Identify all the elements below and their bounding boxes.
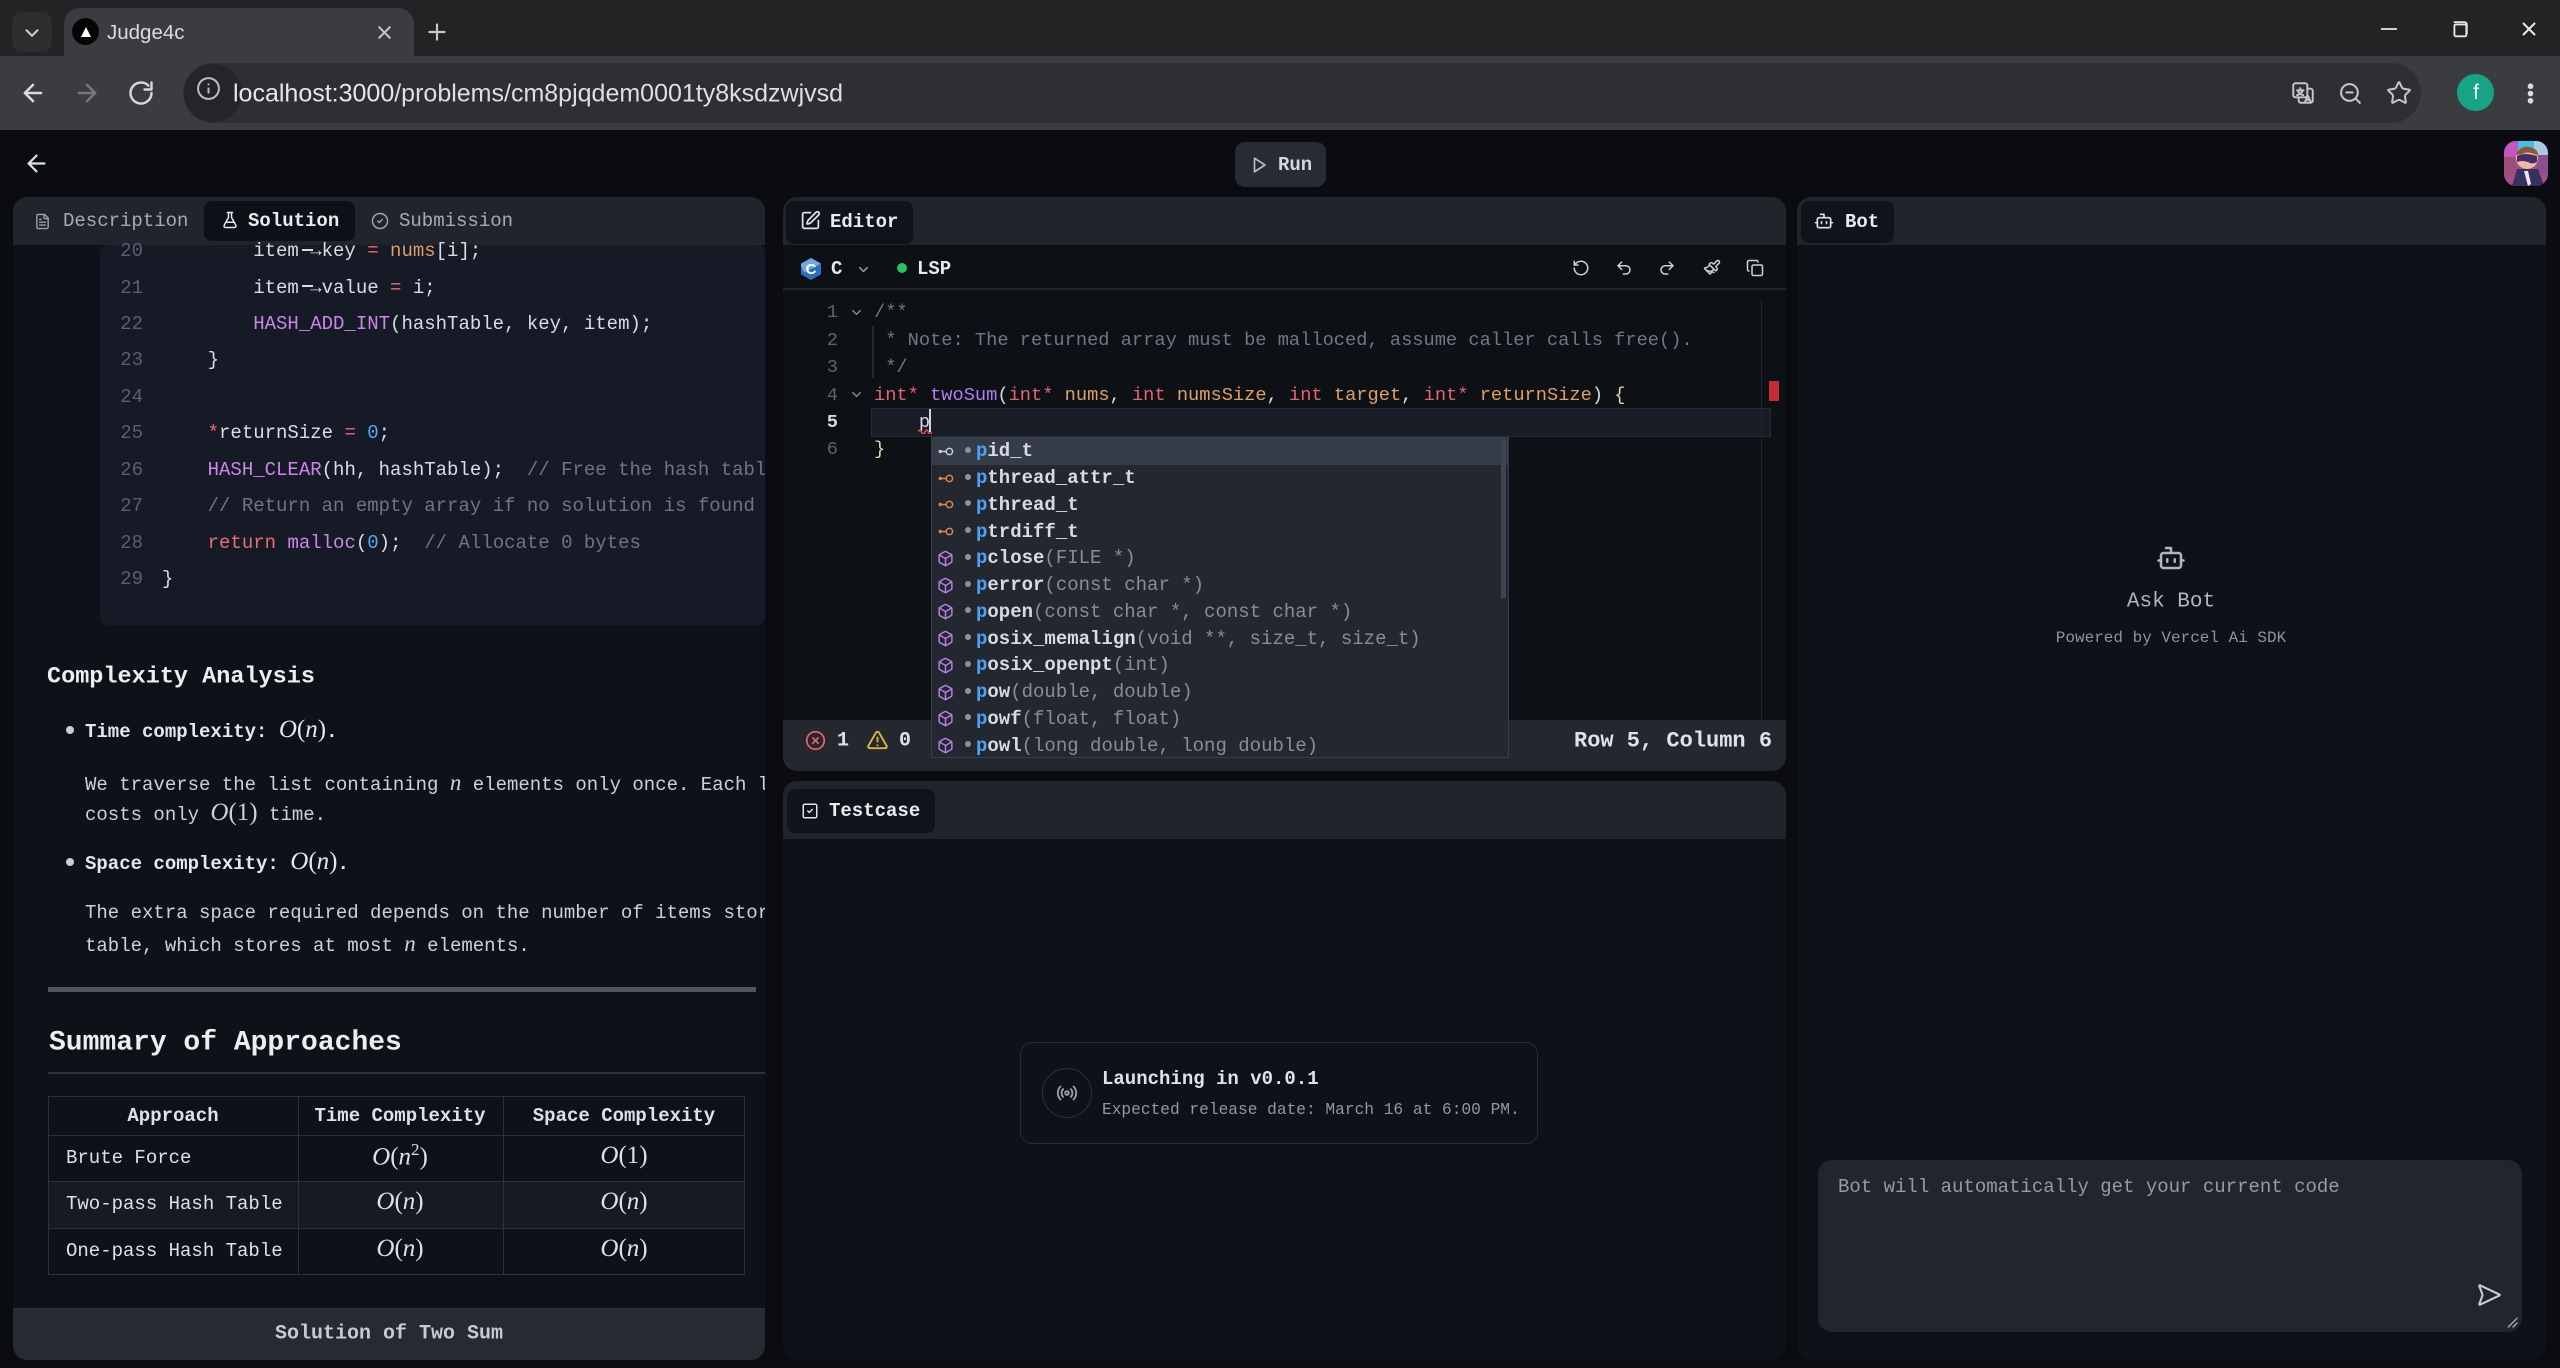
svg-text:C: C <box>806 261 817 278</box>
